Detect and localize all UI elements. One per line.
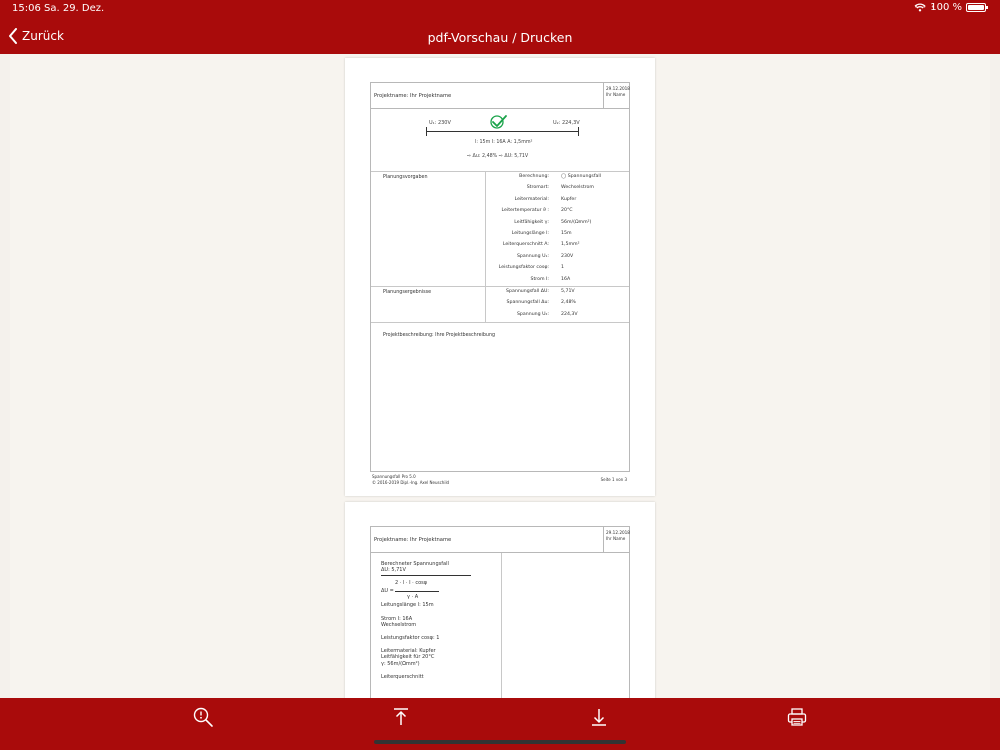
table-row: Spannung U₁: 230V bbox=[516, 253, 574, 259]
header-meta: 29.12.2018 Ihr Name bbox=[603, 527, 630, 552]
status-time: 15:06 bbox=[12, 3, 41, 14]
line-end-tick bbox=[578, 127, 579, 136]
cross-section-line: Leiterquerschnitt bbox=[381, 673, 424, 680]
footer-copyright: © 2016-2019 Dipl.-Ing. Axel Neuschild bbox=[372, 479, 450, 485]
table-row: Spannungsfall ΔU: 5,71V bbox=[506, 289, 575, 294]
checkmark-icon bbox=[490, 115, 507, 129]
calc-value: ΔU: 5,71V bbox=[381, 567, 406, 574]
voltage-drop-diagram: U₁: 230V U₂: 224,3V l: 15m I: 16A A: 1,5… bbox=[423, 115, 583, 167]
formula: 2 · l · I · cosφ ΔU = γ · A bbox=[381, 580, 501, 602]
project-name: Projektname: Ihr Projektname bbox=[374, 93, 452, 99]
table-row: Spannung U₂: 224,3V bbox=[516, 311, 578, 317]
table-row: Berechnung: ◯ Spannungsfall bbox=[519, 174, 601, 179]
divider bbox=[371, 322, 629, 323]
planning-results-table: Spannungsfall ΔU: 5,71V Spannungsfall Δu:… bbox=[371, 287, 629, 321]
table-row: Leiterquerschnitt A: 1,5mm² bbox=[502, 242, 580, 248]
formula-numerator: 2 · l · I · cosφ bbox=[395, 580, 428, 587]
power-factor-line: Leistungsfaktor cosφ: 1 bbox=[381, 635, 440, 642]
page-header: Projektname: Ihr Projektname 29.12.2018 … bbox=[371, 83, 630, 109]
battery-icon bbox=[966, 3, 988, 12]
length-line: Leitungslänge l: 15m bbox=[381, 602, 434, 609]
footer-divider bbox=[371, 471, 629, 472]
cable-line bbox=[427, 131, 579, 132]
header-meta: 29.12.2018 Ihr Name bbox=[603, 83, 630, 108]
header-name: Ihr Name bbox=[606, 92, 626, 97]
status-right: 100 % bbox=[914, 2, 988, 13]
table-row: Leistungsfaktor cosφ: 1 bbox=[498, 265, 564, 271]
pdf-preview-area[interactable]: Projektname: Ihr Projektname 29.12.2018 … bbox=[10, 54, 990, 698]
download-icon[interactable] bbox=[588, 706, 610, 728]
wifi-icon bbox=[914, 3, 926, 12]
battery-fill bbox=[968, 5, 984, 10]
project-name: Projektname: Ihr Projektname bbox=[374, 537, 452, 543]
planning-given-table: Berechnung: ◯ Spannungsfall Stromart: Wech… bbox=[371, 172, 629, 286]
table-row: Leitertemperatur ϑ :20°C bbox=[501, 208, 573, 214]
page-number: Seite 1 von 3 bbox=[600, 477, 627, 482]
header-name: Ihr Name bbox=[606, 536, 626, 541]
zoom-icon[interactable] bbox=[192, 706, 214, 728]
home-indicator[interactable] bbox=[374, 740, 626, 744]
cable-params: l: 15m I: 16A A: 1,5mm² bbox=[475, 140, 533, 145]
conductivity-value-line: γ: 56m/(Ωmm²) bbox=[381, 660, 420, 667]
pdf-page-2: Projektname: Ihr Projektname 29.12.2018 … bbox=[345, 502, 655, 698]
page-footer-left: Spannungsfall Pro 5.0 © 2016-2019 Dipl.-… bbox=[372, 474, 449, 485]
fraction-line bbox=[395, 591, 439, 593]
current-type-line: Wechselstrom bbox=[381, 621, 417, 628]
print-icon[interactable] bbox=[786, 706, 808, 728]
page-header: Projektname: Ihr Projektname 29.12.2018 … bbox=[371, 527, 630, 553]
calculation-block: Berechneter Spannungsfall ΔU: 5,71V 2 · … bbox=[381, 561, 501, 680]
status-date: Sa. 29. Dez. bbox=[44, 3, 105, 14]
pdf-page-1: Projektname: Ihr Projektname 29.12.2018 … bbox=[345, 58, 655, 496]
project-description: Projektbeschreibung: Ihre Projektbeschre… bbox=[383, 333, 496, 338]
scroll-to-top-icon[interactable] bbox=[390, 706, 412, 728]
top-bar: 15:06 Sa. 29. Dez. • • • 100 % Zurück pd… bbox=[0, 0, 1000, 54]
table-row: Leitungslänge l: 15m bbox=[511, 230, 572, 236]
formula-denominator: γ · A bbox=[407, 594, 419, 601]
drop-results: ⇨ Δu: 2,48% ⇨ ΔU: 5,71V bbox=[467, 154, 529, 159]
table-row: Strom I: 16A bbox=[530, 276, 571, 282]
table-row: Leitfähigkeit γ: 56m/(Ωmm²) bbox=[514, 219, 592, 225]
table-row: Leitermaterial: Kupfer bbox=[514, 196, 577, 202]
page-frame: Projektname: Ihr Projektname 29.12.2018 … bbox=[370, 526, 630, 698]
table-row: Stromart: Wechselstrom bbox=[526, 185, 594, 191]
u1-label: U₁: 230V bbox=[429, 120, 451, 126]
page-title: pdf-Vorschau / Drucken bbox=[427, 30, 573, 45]
calc-divider bbox=[381, 575, 471, 577]
battery-percent: 100 % bbox=[930, 2, 962, 13]
formula-lhs: ΔU = bbox=[381, 588, 394, 595]
page-frame: Projektname: Ihr Projektname 29.12.2018 … bbox=[370, 82, 630, 485]
u2-label: U₂: 224,3V bbox=[553, 120, 580, 126]
column-divider bbox=[501, 553, 502, 698]
table-row: Spannungsfall Δu: 2,48% bbox=[506, 300, 576, 306]
